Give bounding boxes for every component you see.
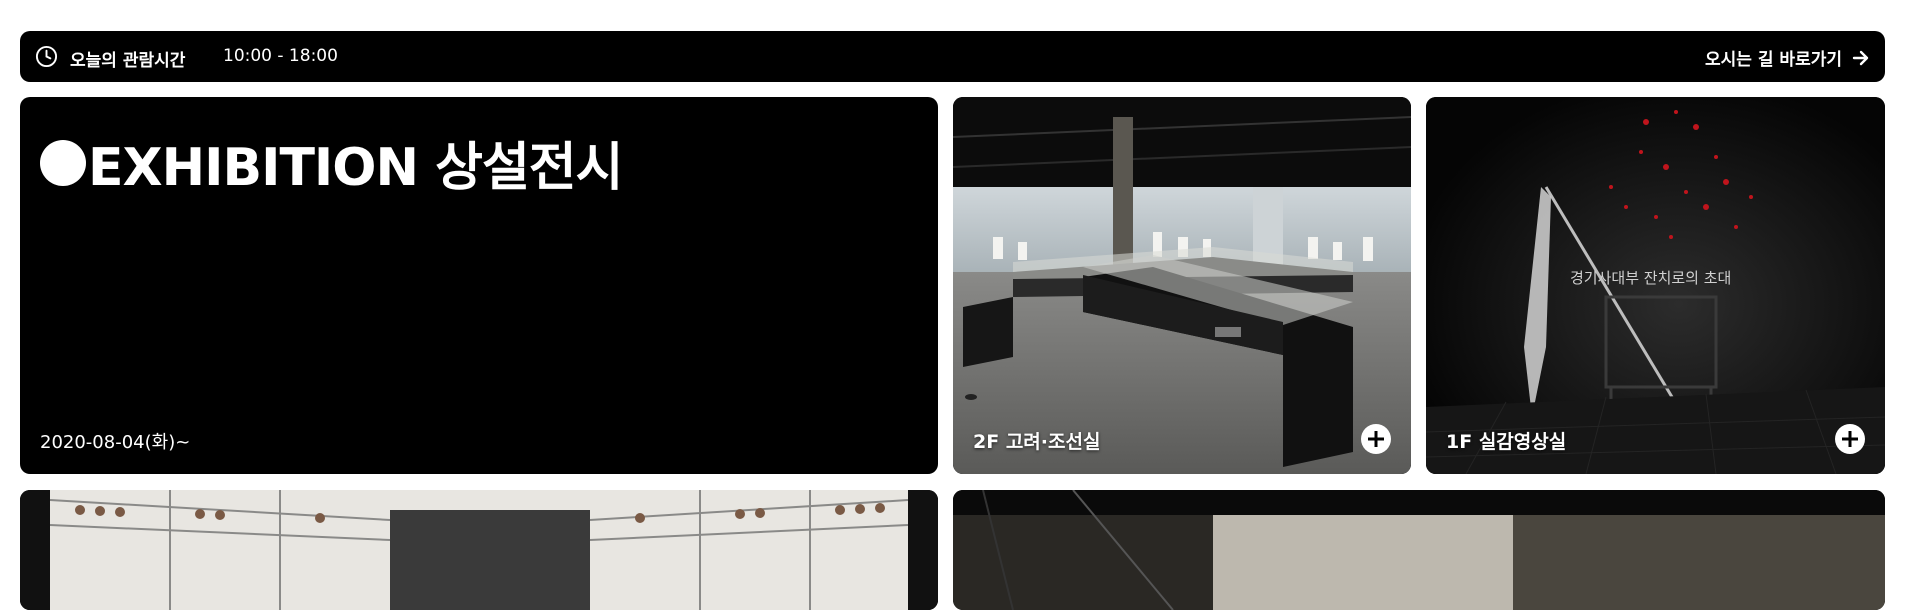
room-card-immersive[interactable]: 경기사대부 잔치로의 초대 1F 실감영상실 <box>1426 97 1885 474</box>
clock-icon <box>35 45 58 68</box>
plus-icon[interactable] <box>1361 424 1391 454</box>
directions-label: 오시는 길 바로가기 <box>1705 50 1842 70</box>
room-label-goryeo-joseon: 2F 고려·조선실 <box>973 431 1101 453</box>
gallery-photo <box>953 97 1411 474</box>
room-label-immersive: 1F 실감영상실 <box>1446 431 1567 453</box>
pottery-gallery-photo <box>20 490 938 610</box>
room-card-goryeo-joseon[interactable]: 2F 고려·조선실 <box>953 97 1411 474</box>
room-card-hall[interactable] <box>953 490 1885 610</box>
exhibition-date: 2020-08-04(화)~ <box>40 432 191 453</box>
visiting-hours-bar: 오늘의 관람시간 10:00 - 18:00 오시는 길 바로가기 <box>20 31 1885 82</box>
visiting-hours-label: 오늘의 관람시간 <box>70 51 186 71</box>
dot-icon <box>40 139 86 186</box>
visiting-hours-value: 10:00 - 18:00 <box>223 46 338 66</box>
exhibition-card[interactable]: EXHIBITION 상설전시 2020-08-04(화)~ <box>20 97 938 474</box>
directions-link[interactable]: 오시는 길 바로가기 <box>1705 45 1870 70</box>
room-caption: 경기사대부 잔치로의 초대 <box>1570 269 1732 287</box>
plus-icon[interactable] <box>1835 424 1865 454</box>
room-card-pottery[interactable] <box>20 490 938 610</box>
exhibition-title-text: EXHIBITION 상설전시 <box>88 138 623 198</box>
hall-photo <box>953 490 1885 610</box>
arrow-right-icon <box>1852 50 1869 65</box>
exhibition-title: EXHIBITION 상설전시 <box>40 125 623 200</box>
